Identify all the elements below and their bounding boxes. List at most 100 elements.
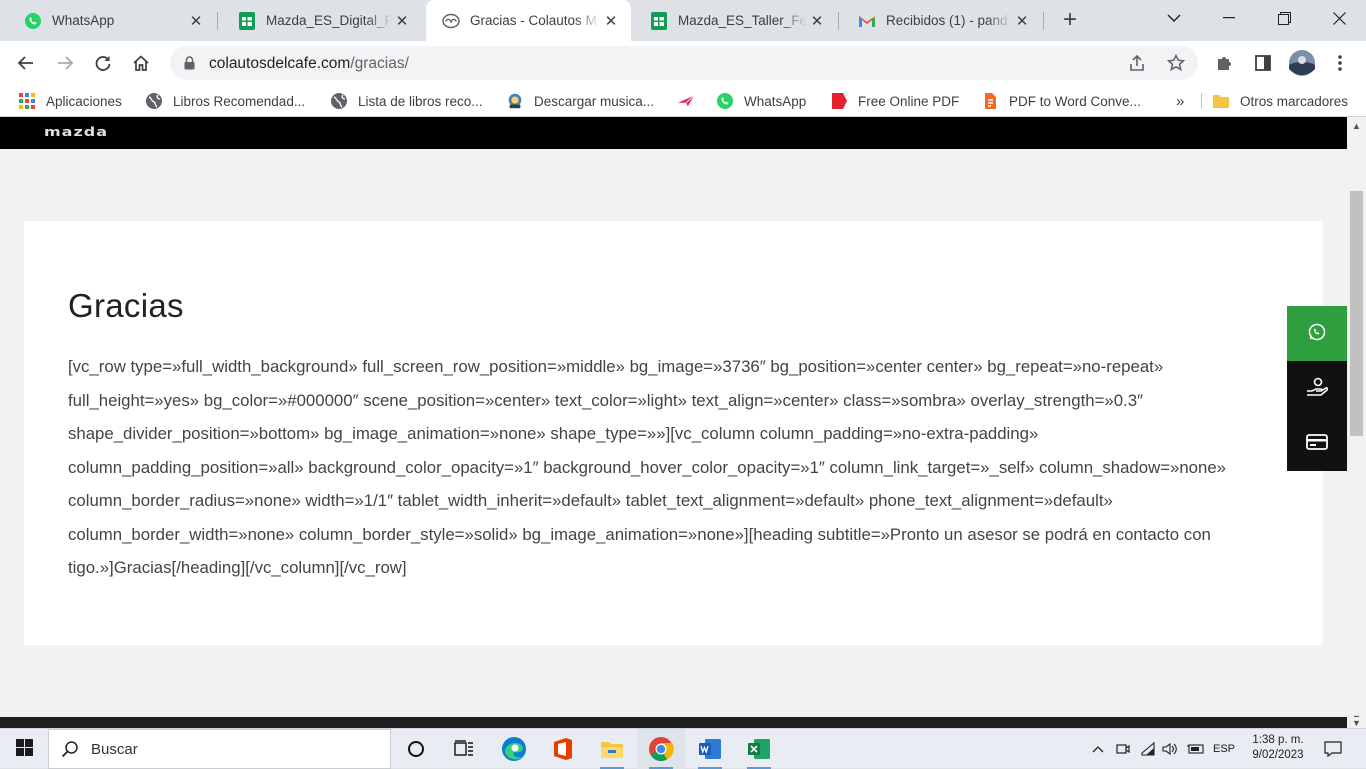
tab-search-icon[interactable] [1151,0,1197,36]
notifications-icon[interactable] [1320,729,1346,769]
bookmark-label: Lista de libros reco... [358,93,483,109]
address-bar[interactable]: colautosdelcafe.com/gracias/ [170,46,1198,80]
new-tab-button[interactable]: + [1058,6,1082,33]
taskbar-search-box[interactable]: Buscar [48,729,391,769]
excel-icon[interactable] [735,729,783,769]
tray-overflow-icon[interactable] [1088,729,1108,769]
other-bookmarks[interactable]: Otros marcadores [1212,91,1348,111]
file-explorer-icon[interactable] [588,729,636,769]
close-window-icon[interactable] [1316,0,1362,36]
search-icon [61,740,79,758]
bookmark-label: Libros Recomendad... [173,93,306,109]
tab-mazda-taller[interactable]: Mazda_ES_Taller_Feb ✕ [634,0,837,41]
content-card: Gracias [vc_row type=»full_width_backgro… [24,221,1323,645]
reload-icon[interactable] [89,49,117,77]
page-viewport: mazda Gracias [vc_row type=»full_width_b… [0,117,1366,717]
close-tab-icon[interactable]: ✕ [1012,11,1032,31]
side-panel-icon[interactable] [1249,49,1277,77]
browser-toolbar: colautosdelcafe.com/gracias/ [0,41,1366,85]
folder-icon [1212,92,1230,110]
search-placeholder: Buscar [91,740,138,758]
bookmarks-overflow-button[interactable]: » [1176,91,1184,111]
restore-icon[interactable] [1261,0,1307,36]
start-button[interactable] [0,729,48,769]
tab-title: Recibidos (1) - pand [886,13,1008,28]
page-title: Gracias [68,287,184,324]
minimize-icon[interactable] [1206,0,1252,36]
back-icon[interactable] [12,49,40,77]
tab-gmail[interactable]: Recibidos (1) - pand ✕ [842,0,1042,41]
bookmark-label: Descargar musica... [534,93,655,109]
close-tab-icon[interactable]: ✕ [186,11,206,31]
tab-whatsapp[interactable]: WhatsApp ✕ [8,0,216,41]
close-tab-icon[interactable]: ✕ [601,11,621,31]
close-tab-icon[interactable]: ✕ [807,11,827,31]
url-text: colautosdelcafe.com/gracias/ [209,55,409,73]
hand-money-icon [1306,377,1329,400]
lock-icon[interactable] [184,56,195,73]
bookmark-lista-libros[interactable]: Lista de libros reco... [330,91,483,111]
bookmark-label: Otros marcadores [1240,93,1349,109]
tab-title: Gracias - Colautos M [470,13,597,28]
bookmark-aplicaciones[interactable]: Aplicaciones [18,91,122,111]
scroll-up-icon[interactable]: ▲ [1351,121,1362,131]
pdf-convert-icon [981,92,999,110]
tab-separator [217,12,218,30]
clock-date: 9/02/2023 [1252,749,1304,761]
wifi-icon[interactable] [1137,729,1159,769]
page-scrollbar[interactable]: ▲ ▼ [1347,117,1366,717]
bookmark-label: WhatsApp [744,93,807,109]
windows-logo-icon [15,739,33,759]
forward-icon[interactable] [51,49,79,77]
menu-kebab-icon[interactable] [1326,49,1354,77]
language-indicator[interactable]: ESP [1209,729,1239,769]
edge-icon[interactable] [490,729,538,769]
bookmarks-divider [1201,93,1202,109]
whatsapp-icon [716,92,734,110]
office-icon[interactable] [539,729,587,769]
tab-title: Mazda_ES_Digital_Fe [266,13,392,28]
bookmark-star-icon[interactable] [1166,53,1186,75]
extensions-icon[interactable] [1210,49,1238,77]
task-view-icon[interactable] [440,729,488,769]
payment-float-button[interactable] [1287,416,1347,471]
word-icon[interactable] [686,729,734,769]
meet-now-icon[interactable] [1113,729,1133,769]
financing-float-button[interactable] [1287,361,1347,416]
bookmark-label: Free Online PDF [858,93,960,109]
taskbar-clock[interactable]: 1:38 p. m. 9/02/2023 [1248,733,1308,763]
floating-contact-buttons [1287,306,1347,471]
bookmark-descargar-musica[interactable]: Descargar musica... [506,91,654,111]
tab-mazda-digital[interactable]: Mazda_ES_Digital_Fe ✕ [222,0,422,41]
whatsapp-icon [1308,323,1326,344]
bookmark-paper-plane[interactable] [677,91,705,111]
scrollbar-thumb[interactable] [1350,191,1363,436]
whatsapp-icon [24,12,42,30]
chrome-icon[interactable] [637,729,685,769]
bookmarks-bar: Aplicaciones Libros Recomendad... Lista … [0,85,1366,117]
site-header: mazda [0,117,1347,149]
cortana-icon[interactable] [392,729,440,769]
bookmark-libros-recomendados[interactable]: Libros Recomendad... [145,91,305,111]
volume-icon[interactable] [1160,729,1180,769]
profile-avatar[interactable] [1288,49,1316,77]
home-icon[interactable] [127,49,155,77]
tab-title: Mazda_ES_Taller_Feb [678,13,807,28]
pdf-icon [830,92,848,110]
close-tab-icon[interactable]: ✕ [392,11,412,31]
windows-taskbar: Buscar ESP 1:38 p. m. 9/02/2023 [0,728,1366,769]
mazda-logo[interactable]: mazda [44,124,108,139]
url-path: /gracias/ [350,55,409,72]
url-domain: colautosdelcafe.com [209,55,351,72]
tab-gracias[interactable]: Gracias - Colautos M ✕ [426,0,631,41]
whatsapp-float-button[interactable] [1287,306,1347,361]
bookmark-whatsapp[interactable]: WhatsApp [716,91,806,111]
bookmark-free-online-pdf[interactable]: Free Online PDF [830,91,959,111]
share-icon[interactable] [1128,54,1146,75]
globe-icon [145,92,163,110]
battery-icon[interactable] [1184,729,1206,769]
bookmark-label: PDF to Word Conve... [1009,93,1141,109]
bookmark-pdf-to-word[interactable]: PDF to Word Conve... [981,91,1141,111]
scroll-down-arrow-icon[interactable]: ▼ [1347,717,1366,728]
sheets-icon [238,11,256,30]
